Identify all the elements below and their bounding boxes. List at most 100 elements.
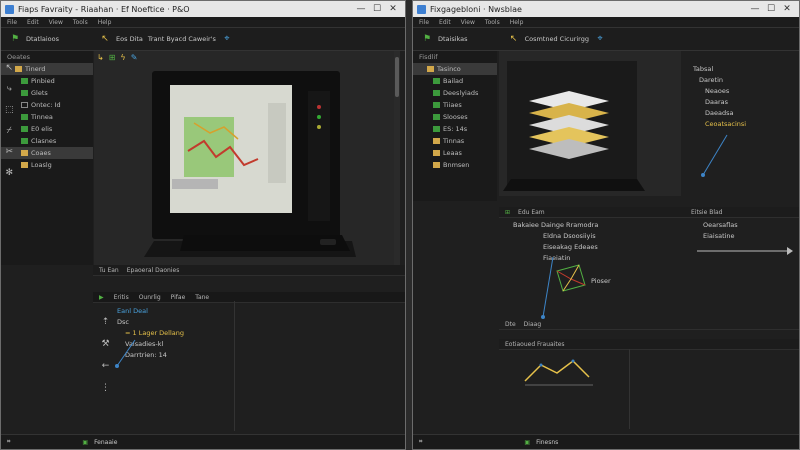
folder-icon [433,150,440,156]
tree-item[interactable]: Tinnea [1,111,93,123]
tree-item[interactable]: Loaslg [1,159,93,171]
list-item[interactable]: Eiaisatine [703,230,793,241]
menu-item[interactable]: File [419,19,429,26]
folder-icon [433,138,440,144]
tree-item-label: Tasinco [437,65,461,73]
panel-title[interactable]: Eitsie Blad [691,209,722,216]
hierarchy-item[interactable]: Ceoatsacinsi [685,118,793,129]
status-text: Fenaaie [94,438,118,446]
branch-icon[interactable]: ✂ [5,147,13,157]
mid-bottom-item[interactable]: Dte [505,321,516,328]
folder-icon [21,162,28,168]
panel-title[interactable]: Edu Eam [518,209,545,216]
right-viewport[interactable] [499,51,681,196]
tree-item-label: Deeslyiads [443,89,479,97]
list-item[interactable]: Bakaiee Dainge Rramodra [513,219,683,230]
list-item[interactable]: Eiseakag Edeaes [513,241,683,252]
tree-item[interactable]: Tinnas [413,135,497,147]
mid-bottom-item[interactable]: Diaag [524,321,541,328]
pin-icon[interactable]: ⌖ [221,33,233,45]
tree-item[interactable]: Pinbied [1,75,93,87]
minimize-icon[interactable]: — [747,4,763,14]
maximize-icon[interactable]: ☐ [763,4,779,14]
menu-item[interactable]: View [461,19,475,26]
tree-item[interactable]: Tasinco [413,63,497,75]
tree-item[interactable]: Tinerd [1,63,93,75]
run-icon[interactable]: ▶ [99,294,104,301]
mid-right-header: Eitsie Blad [685,207,799,218]
tree-item-label: Loaslg [31,161,52,169]
vertex-icon[interactable]: ⬚ [5,105,14,115]
cursor-icon[interactable]: ↖ [5,63,13,73]
tree-item[interactable]: Slooses [413,111,497,123]
panel-tool[interactable]: Tane [195,294,209,301]
settings-icon[interactable]: ✻ [5,168,13,178]
panel-tool[interactable]: Ounrlig [139,294,161,301]
left-window-title: Fiaps Favraity - Riaahan · Ef Noeftice ·… [18,4,190,14]
hierarchy-item[interactable]: Daretin [685,74,793,85]
menu-item[interactable]: Tools [485,19,500,26]
panel-tool[interactable]: Eritis [114,294,129,301]
minimize-icon[interactable]: — [353,4,369,14]
tool-icon[interactable]: ↖ [508,33,520,45]
node-icon[interactable]: ⤷ [7,84,12,94]
tree-item[interactable]: Bnmsen [413,159,497,171]
list-icon[interactable]: ⋮ [101,383,110,393]
viewport-scrollbar[interactable] [394,51,400,265]
status-check-icon: ▣ [82,438,89,446]
panel-tool[interactable]: Pifae [171,294,186,301]
monitor-render [144,71,356,257]
hierarchy-item[interactable]: Daeadsa [685,107,793,118]
tree-item[interactable]: Tiiaes [413,99,497,111]
tree-item[interactable]: Glets [1,87,93,99]
list-item[interactable]: Oearsaflas [703,219,793,230]
tool-icon[interactable]: ↖ [99,33,111,45]
bottom-tab[interactable]: Tu Ean [99,267,119,274]
maximize-icon[interactable]: ☐ [369,4,385,14]
left-titlebar: Fiaps Favraity - Riaahan · Ef Noeftice ·… [1,1,405,17]
left-viewport[interactable]: ↳ ⊞ ϟ ✎ [94,51,400,265]
menu-item[interactable]: Help [98,19,112,26]
file-icon [21,90,28,96]
menu-item[interactable]: Help [510,19,524,26]
close-icon[interactable]: ✕ [779,4,795,14]
tree-item[interactable]: Bailad [413,75,497,87]
edge-icon[interactable]: ⌿ [7,126,12,136]
file-icon [433,114,440,120]
menu-item[interactable]: Edit [27,19,39,26]
pin-icon[interactable]: ⌖ [594,33,606,45]
menu-item[interactable]: Edit [439,19,451,26]
menu-item[interactable]: View [49,19,63,26]
tree-item-label: Pinbied [31,77,55,85]
run-icon[interactable]: ⚑ [421,33,433,45]
tree-item[interactable]: Clasnes [1,135,93,147]
run-icon[interactable]: ⚑ [9,33,21,45]
list-item[interactable]: Eldna Dsoosiiyis [513,230,683,241]
tree-item[interactable]: E0 elis [1,123,93,135]
tree-item-label: Bnmsen [443,161,470,169]
mini-graph [524,359,593,386]
left-toolbar: ⚑ Dtatlaioos ↖ Eos Dita Trant Byacd Cawe… [1,28,405,51]
tree-item-label: Tinnas [443,137,465,145]
tree-item[interactable]: Ontec: Id [1,99,93,111]
tree-item[interactable]: Deeslyiads [413,87,497,99]
tree-item[interactable]: Leaas [413,147,497,159]
app-icon [5,4,14,14]
hierarchy-item[interactable]: Tabsal [685,63,793,74]
editor-tab[interactable]: Eos Dita [116,35,143,43]
arrow-left-icon[interactable]: ← [102,361,110,371]
tree-item[interactable]: ES: 14s [413,123,497,135]
panel-title[interactable]: Eotiaoued Frauaites [505,341,565,348]
menu-item[interactable]: Tools [73,19,88,26]
tree-item[interactable]: Coaes [1,147,93,159]
hierarchy-item[interactable]: Daaras [685,96,793,107]
editor-title: Trant Byacd Caweir's [147,35,216,43]
close-icon[interactable]: ✕ [385,4,401,14]
wrench-icon[interactable]: ⚒ [101,339,109,349]
menu-item[interactable]: File [7,19,17,26]
hierarchy-item[interactable]: Neaoes [685,85,793,96]
tree-item-label: Ontec: Id [31,101,61,109]
status-icon: ⌗ [419,438,423,445]
bottom-tab[interactable]: Epaoeral Daonies [127,267,180,274]
up-icon[interactable]: ⇡ [102,317,110,327]
